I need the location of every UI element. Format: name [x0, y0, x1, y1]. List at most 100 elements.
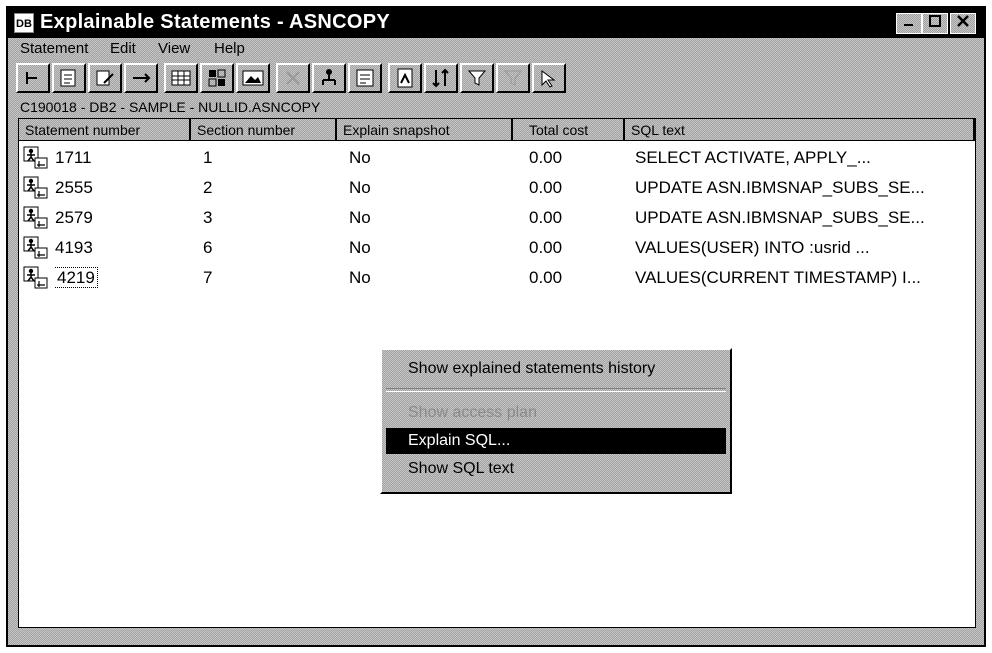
- cell-total-cost-text: 0.00: [529, 148, 563, 167]
- cell-sql-text: SELECT ACTIVATE, APPLY_...: [635, 143, 973, 173]
- window-title: Explainable Statements - ASNCOPY: [40, 11, 391, 33]
- cell-total-cost: 0.00: [529, 203, 619, 233]
- app-icon[interactable]: DB: [14, 13, 34, 33]
- cell-total-cost: 0.00: [529, 263, 619, 293]
- cell-statement-number-text: 1711: [55, 148, 92, 167]
- cell-explain-snapshot-text: No: [349, 208, 371, 227]
- filter-icon[interactable]: [460, 63, 494, 93]
- cell-explain-snapshot-text: No: [349, 178, 371, 197]
- explain-icon[interactable]: [52, 63, 86, 93]
- toolbar: [8, 60, 984, 96]
- cell-statement-number-text: 2555: [55, 178, 93, 197]
- menu-show-access-plan[interactable]: Show access plan: [386, 400, 726, 426]
- cell-statement-number: 2579: [55, 203, 185, 233]
- cell-statement-number-text: 2579: [55, 208, 93, 227]
- column-header-explain-snapshot[interactable]: Explain snapshot: [337, 119, 513, 141]
- cell-section-number-text: 1: [203, 148, 213, 167]
- cell-sql-text-text: SELECT ACTIVATE, APPLY_...: [635, 148, 871, 167]
- cell-section-number: 1: [203, 143, 323, 173]
- image-icon[interactable]: [236, 63, 270, 93]
- cell-explain-snapshot-text: No: [349, 268, 371, 287]
- cell-sql-text: UPDATE ASN.IBMSNAP_SUBS_SE...: [635, 203, 973, 233]
- cell-total-cost-text: 0.00: [529, 178, 563, 197]
- menu-statement[interactable]: Statement: [20, 40, 88, 57]
- grid-icon[interactable]: [164, 63, 198, 93]
- explainable-statements-window: DB Explainable Statements - ASNCOPY Stat…: [6, 6, 986, 647]
- table-row[interactable]: 2579 3 No 0.00 UPDATE ASN.IBMSNAP_SUBS_SE...: [19, 203, 975, 233]
- menu-separator: [386, 388, 726, 392]
- list-header: Statement number Section number Explain …: [19, 119, 975, 141]
- cell-statement-number: 4219: [55, 263, 185, 293]
- table-row[interactable]: 4193 6 No 0.00 VALUES(USER) INTO :usrid ...: [19, 233, 975, 263]
- cell-explain-snapshot-text: No: [349, 238, 371, 257]
- cell-section-number-text: 7: [203, 268, 213, 287]
- table-row[interactable]: 2555 2 No 0.00 UPDATE ASN.IBMSNAP_SUBS_SE...: [19, 173, 975, 203]
- maximize-icon[interactable]: [922, 13, 948, 34]
- cell-statement-number: 1711: [55, 143, 185, 173]
- sql-statement-icon: [23, 146, 49, 170]
- dim-filter-icon[interactable]: [496, 63, 530, 93]
- menu-edit[interactable]: Edit: [110, 40, 136, 57]
- column-header-sql-text[interactable]: SQL text: [625, 119, 975, 141]
- close-icon[interactable]: [950, 13, 976, 34]
- sql-statement-icon: [23, 266, 49, 290]
- cell-total-cost-text: 0.00: [529, 208, 563, 227]
- table-row[interactable]: 4219 7 No 0.00 VALUES(CURRENT TIMESTAMP) I..…: [19, 263, 975, 293]
- column-header-total-cost[interactable]: Total cost: [513, 119, 625, 141]
- cell-sql-text: VALUES(USER) INTO :usrid ...: [635, 233, 973, 263]
- menu-bar: Statement Edit View Help: [8, 38, 984, 60]
- cell-section-number-text: 6: [203, 238, 213, 257]
- cell-explain-snapshot: No: [349, 233, 499, 263]
- cell-explain-snapshot: No: [349, 173, 499, 203]
- sql-statement-icon: [23, 206, 49, 230]
- refresh-icon[interactable]: [16, 63, 50, 93]
- arrows-icon[interactable]: [124, 63, 158, 93]
- sql-statement-icon: [23, 176, 49, 200]
- cell-total-cost-text: 0.00: [529, 268, 563, 287]
- minimize-icon[interactable]: [896, 13, 922, 34]
- cell-sql-text-text: UPDATE ASN.IBMSNAP_SUBS_SE...: [635, 178, 925, 197]
- cell-statement-number-text: 4219: [55, 267, 98, 288]
- menu-explain-sql[interactable]: Explain SQL...: [386, 428, 726, 454]
- sort-icon[interactable]: [424, 63, 458, 93]
- object-path: C190018 - DB2 - SAMPLE - NULLID.ASNCOPY: [20, 99, 321, 115]
- menu-show-history[interactable]: Show explained statements history: [386, 356, 726, 382]
- cell-explain-snapshot: No: [349, 263, 499, 293]
- cell-sql-text-text: VALUES(CURRENT TIMESTAMP) I...: [635, 268, 921, 287]
- table-row[interactable]: 1711 1 No 0.00 SELECT ACTIVATE, APPLY_...: [19, 143, 975, 173]
- cell-section-number: 6: [203, 233, 323, 263]
- cell-statement-number: 2555: [55, 173, 185, 203]
- cell-statement-number-text: 4193: [55, 238, 93, 257]
- cell-total-cost: 0.00: [529, 233, 619, 263]
- cell-sql-text: VALUES(CURRENT TIMESTAMP) I...: [635, 263, 973, 293]
- cell-explain-snapshot-text: No: [349, 148, 371, 167]
- cell-explain-snapshot: No: [349, 143, 499, 173]
- menu-show-sql-text[interactable]: Show SQL text: [386, 456, 726, 482]
- cell-sql-text-text: UPDATE ASN.IBMSNAP_SUBS_SE...: [635, 208, 925, 227]
- tree-icon[interactable]: [312, 63, 346, 93]
- cell-sql-text-text: VALUES(USER) INTO :usrid ...: [635, 238, 870, 257]
- cell-total-cost: 0.00: [529, 143, 619, 173]
- dim-tools-icon[interactable]: [276, 63, 310, 93]
- menu-view[interactable]: View: [158, 40, 190, 57]
- cell-section-number: 3: [203, 203, 323, 233]
- sql-icon[interactable]: [348, 63, 382, 93]
- cell-section-number: 7: [203, 263, 323, 293]
- edit-icon[interactable]: [88, 63, 122, 93]
- cell-explain-snapshot: No: [349, 203, 499, 233]
- cell-sql-text: UPDATE ASN.IBMSNAP_SUBS_SE...: [635, 173, 973, 203]
- title-bar[interactable]: DB Explainable Statements - ASNCOPY: [8, 8, 984, 38]
- cell-statement-number: 4193: [55, 233, 185, 263]
- graph-icon[interactable]: [388, 63, 422, 93]
- cell-total-cost-text: 0.00: [529, 238, 563, 257]
- context-menu: Show explained statements history Show a…: [380, 348, 732, 494]
- cell-section-number: 2: [203, 173, 323, 203]
- cell-total-cost: 0.00: [529, 173, 619, 203]
- help-icon[interactable]: [532, 63, 566, 93]
- table-icon[interactable]: [200, 63, 234, 93]
- cell-section-number-text: 3: [203, 208, 213, 227]
- column-header-statement-number[interactable]: Statement number: [19, 119, 191, 141]
- sql-statement-icon: [23, 236, 49, 260]
- menu-help[interactable]: Help: [214, 40, 245, 57]
- column-header-section-number[interactable]: Section number: [191, 119, 337, 141]
